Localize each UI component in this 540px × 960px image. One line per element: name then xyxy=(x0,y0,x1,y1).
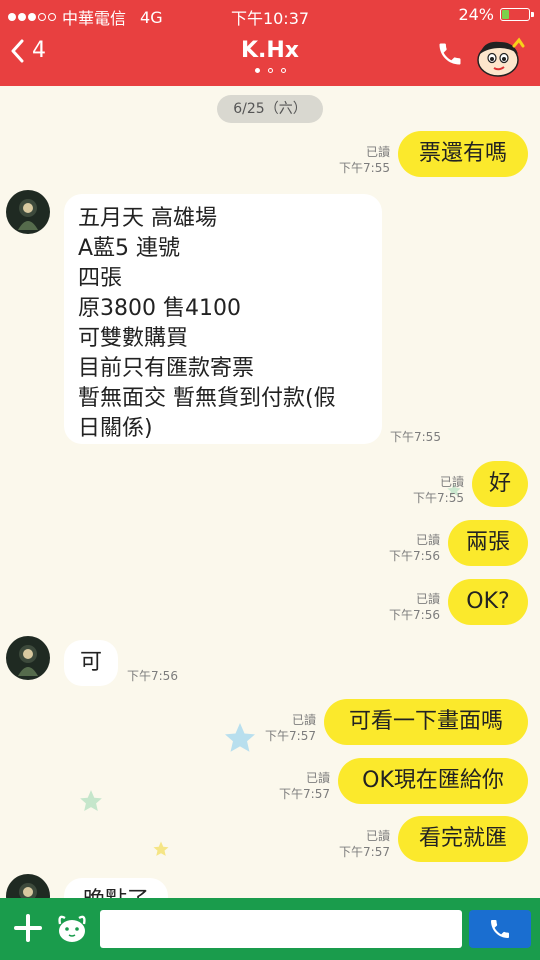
contact-avatar[interactable] xyxy=(6,636,50,680)
message-bubble-in[interactable]: 晚點了 xyxy=(64,878,168,898)
battery-level xyxy=(502,10,509,19)
message-meta: 已讀 下午7:56 xyxy=(370,532,440,564)
message-line: 五月天 高雄場 xyxy=(78,206,217,231)
message-text: 看完就匯 xyxy=(418,826,507,851)
message-time: 下午7:55 xyxy=(339,161,390,175)
read-receipt: 已讀 xyxy=(439,475,464,489)
contact-avatar[interactable] xyxy=(6,190,50,234)
call-icon xyxy=(491,920,509,938)
message-input[interactable] xyxy=(100,910,462,948)
phone-icon xyxy=(439,43,461,65)
status-bar: 中華電信 4G 下午10:37 24% xyxy=(0,0,540,28)
message-time: 下午7:56 xyxy=(389,608,440,622)
page-indicator xyxy=(0,68,540,73)
read-receipt: 已讀 xyxy=(305,771,330,785)
read-receipt: 已讀 xyxy=(365,829,390,843)
contact-avatar[interactable] xyxy=(6,874,50,898)
message-text: 可 xyxy=(79,650,102,675)
message-meta: 已讀 下午7:57 xyxy=(260,770,330,802)
voice-call-button[interactable] xyxy=(436,40,464,68)
message-time: 下午7:57 xyxy=(265,729,316,743)
message-meta: 已讀 下午7:56 xyxy=(370,591,440,623)
message-meta: 已讀 下午7:57 xyxy=(320,828,390,860)
star-icon xyxy=(153,841,169,856)
crayon-shinchan-sticker-icon[interactable] xyxy=(474,36,526,80)
message-line: 原3800 售4100 xyxy=(78,296,241,321)
message-bubble-out[interactable]: 兩張 xyxy=(448,520,528,566)
message-meta: 已讀 下午7:55 xyxy=(394,474,464,506)
message-time: 下午7:57 xyxy=(279,787,330,801)
read-receipt: 已讀 xyxy=(365,145,390,159)
message-bubble-out[interactable]: OK現在匯給你 xyxy=(338,758,528,804)
input-bar xyxy=(0,898,540,960)
message-line: 四張 xyxy=(78,266,123,291)
message-line: 日關係) xyxy=(78,416,153,441)
message-time: 下午7:57 xyxy=(339,845,390,859)
message-line: A藍5 連號 xyxy=(78,236,181,261)
message-bubble-in[interactable]: 可 xyxy=(64,640,118,686)
read-receipt: 已讀 xyxy=(415,533,440,547)
plus-icon xyxy=(14,914,42,942)
star-icon xyxy=(80,790,102,811)
message-time: 下午7:56 xyxy=(389,549,440,563)
status-right: 24% xyxy=(458,5,534,24)
read-receipt: 已讀 xyxy=(415,592,440,606)
add-attachment-button[interactable] xyxy=(14,914,42,942)
sticker-button[interactable] xyxy=(54,910,90,946)
message-meta: 已讀 下午7:55 xyxy=(320,144,390,176)
message-line: 暫無面交 暫無貨到付款(假 xyxy=(78,386,336,411)
message-bubble-out[interactable]: 可看一下畫面嗎 xyxy=(324,699,528,745)
chat-area[interactable]: 6/25（六） 已讀 下午7:55 票還有嗎 五月天 高雄場 A藍5 連號 四張… xyxy=(0,86,540,898)
message-bubble-out[interactable]: OK? xyxy=(448,579,528,625)
sticker-icon xyxy=(58,915,86,942)
message-bubble-in[interactable]: 五月天 高雄場 A藍5 連號 四張 原3800 售4100 可雙數購買 目前只有… xyxy=(64,194,382,444)
message-bubble-out[interactable]: 好 xyxy=(472,461,528,507)
battery-percent: 24% xyxy=(458,5,494,24)
message-text: 晚點了 xyxy=(83,888,149,898)
message-text: 票還有嗎 xyxy=(418,141,507,166)
message-time: 下午7:55 xyxy=(413,491,464,505)
message-text: 好 xyxy=(488,471,511,496)
message-bubble-out[interactable]: 票還有嗎 xyxy=(398,131,528,177)
message-time: 下午7:56 xyxy=(127,669,178,683)
message-line: 目前只有匯款寄票 xyxy=(78,356,255,381)
read-receipt: 已讀 xyxy=(291,713,316,727)
message-text: 可看一下畫面嗎 xyxy=(348,709,503,734)
call-button[interactable] xyxy=(469,910,531,948)
message-text: OK現在匯給你 xyxy=(362,768,504,793)
message-bubble-out[interactable]: 看完就匯 xyxy=(398,816,528,862)
date-separator: 6/25（六） xyxy=(217,95,323,123)
battery-icon xyxy=(500,8,534,21)
chat-header: 中華電信 4G 下午10:37 24% 4 K.Hx xyxy=(0,0,540,86)
message-line: 可雙數購買 xyxy=(78,326,189,351)
message-text: OK? xyxy=(466,589,510,614)
message-text: 兩張 xyxy=(465,530,510,555)
message-time: 下午7:55 xyxy=(390,430,441,444)
message-meta: 已讀 下午7:57 xyxy=(246,712,316,744)
